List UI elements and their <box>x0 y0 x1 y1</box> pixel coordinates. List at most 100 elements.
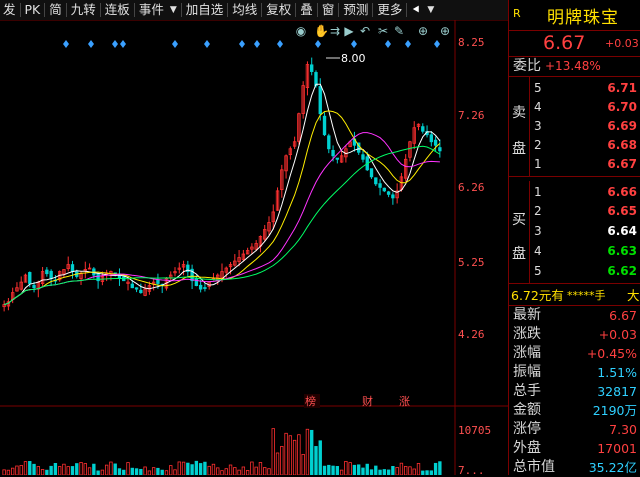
stock-name: 明牌珠宝 <box>547 8 619 28</box>
volume-bar <box>117 468 122 475</box>
bid-row[interactable]: 1 6.66 <box>530 183 640 202</box>
bid-row[interactable]: 5 6.62 <box>530 262 640 281</box>
bid-price: 6.65 <box>607 204 637 218</box>
volume-bar <box>2 469 6 475</box>
event-diamond-icon <box>88 40 94 48</box>
ask-row[interactable]: 2 6.68 <box>530 136 640 155</box>
volume-bar <box>28 461 32 475</box>
volume-bar <box>83 463 87 475</box>
volume-bar <box>156 467 160 475</box>
volume-bar <box>237 469 241 475</box>
toolbar-ma-button[interactable]: 均线 <box>229 0 260 20</box>
volume-bar <box>126 462 130 475</box>
toolbar-add-watchlist-button[interactable]: 加自选 <box>183 0 227 20</box>
volume-bar <box>267 468 271 475</box>
toolbar-pk-button[interactable]: PK <box>22 0 44 20</box>
stat-row: 涨幅 +0.45% <box>509 344 640 363</box>
ask-row[interactable]: 4 6.70 <box>530 98 640 117</box>
bid-level: 1 <box>534 185 542 199</box>
kline-chart[interactable]: 8.25 7.26 6.26 5.25 4.26 10705 7... 8.00… <box>0 20 508 475</box>
volume-bar <box>147 470 152 475</box>
bid-row[interactable]: 2 6.65 <box>530 202 640 221</box>
candle-body <box>433 139 438 146</box>
toolbar-events-dropdown-icon[interactable]: ▼ <box>167 0 180 20</box>
ask-row[interactable]: 5 6.71 <box>530 79 640 98</box>
toolbar-simple-button[interactable]: 简 <box>46 0 65 20</box>
candle-body <box>130 283 134 289</box>
event-diamond-icon <box>239 40 245 48</box>
candle-body <box>421 126 425 132</box>
toolbar-forecast-button[interactable]: 预测 <box>340 0 371 20</box>
event-badge-zhang[interactable]: 涨 <box>399 395 410 408</box>
price-tick-label: 5.25 <box>458 256 485 269</box>
volume-bar <box>57 466 62 475</box>
toolbar-fa-button[interactable]: 发 <box>0 0 19 20</box>
event-diamond-icon <box>277 40 283 48</box>
volume-bar <box>228 464 233 475</box>
toolbar-lianban-button[interactable]: 连板 <box>102 0 133 20</box>
volume-bar <box>412 468 416 475</box>
ask-level: 2 <box>534 138 542 152</box>
toolbar-fuquan-button[interactable]: 复权 <box>263 0 294 20</box>
volume-bar <box>79 462 83 475</box>
toolbar-overlay-button[interactable]: 叠 <box>297 0 316 20</box>
candle-body <box>438 147 442 152</box>
toolbar-separator <box>19 3 21 17</box>
bid-row[interactable]: 3 6.64 <box>530 222 640 241</box>
volume-bar <box>190 464 194 475</box>
candle-body <box>134 287 139 290</box>
volume-bar <box>6 469 11 475</box>
volume-bar <box>75 463 79 475</box>
market-code-label: R <box>513 7 521 20</box>
volume-bar <box>399 462 404 475</box>
toolbar-collapse-dropdown-icon[interactable]: ▼ <box>424 0 437 20</box>
volume-bar <box>378 469 382 475</box>
candle-body <box>318 86 322 115</box>
candle-body <box>49 270 53 279</box>
large-order-row: 6.72元有 *****手 大 <box>509 286 640 306</box>
volume-bar <box>425 470 429 475</box>
bid-row[interactable]: 4 6.63 <box>530 242 640 261</box>
toolbar-jiuzhuan-button[interactable]: 九转 <box>68 0 99 20</box>
toolbar-more-button[interactable]: 更多 <box>374 0 405 20</box>
candle-body <box>322 115 327 136</box>
ask-row[interactable]: 1 6.67 <box>530 155 640 174</box>
stat-label: 振幅 <box>513 364 541 380</box>
candle-body <box>314 72 318 87</box>
volume-bar <box>254 466 258 475</box>
last-price: 6.67 <box>543 32 586 54</box>
volume-bar <box>164 470 169 475</box>
sell-label: 盘 <box>512 141 526 157</box>
volume-bar <box>96 470 100 475</box>
event-badge-cai[interactable]: 财 <box>362 394 373 408</box>
volume-bar <box>339 469 344 475</box>
volume-bar <box>335 466 340 475</box>
stat-value: 7.30 <box>609 422 637 437</box>
toolbar-events-button[interactable]: 事件 <box>136 0 167 20</box>
event-diamond-icon <box>112 40 118 48</box>
event-diamond-icon <box>405 40 411 48</box>
stat-value: 32817 <box>597 384 637 399</box>
ask-level: 3 <box>534 119 542 133</box>
volume-bar <box>382 469 387 475</box>
toolbar-separator <box>65 3 67 17</box>
volume-bar <box>365 463 369 475</box>
volume-bar <box>263 467 267 475</box>
event-badge-bang[interactable]: 榜 <box>305 394 316 408</box>
volume-bar <box>87 467 92 475</box>
stat-row: 外盘 17001 <box>509 439 640 458</box>
volume-bar <box>348 462 352 475</box>
ask-level: 4 <box>534 100 542 114</box>
volume-bar <box>49 465 53 475</box>
candle-body <box>429 134 434 143</box>
volume-bar <box>40 469 45 475</box>
price-tick-label: 6.26 <box>458 181 485 194</box>
toolbar-collapse-icon[interactable]: ⯇ <box>408 0 424 20</box>
volume-bar <box>433 462 438 475</box>
toolbar-separator <box>133 3 135 17</box>
ask-row[interactable]: 3 6.69 <box>530 117 640 136</box>
stat-value: 2190万 <box>592 403 637 418</box>
stat-value: 35.22亿 <box>588 460 637 475</box>
toolbar-window-button[interactable]: 窗 <box>319 0 338 20</box>
candle-body <box>310 64 314 72</box>
